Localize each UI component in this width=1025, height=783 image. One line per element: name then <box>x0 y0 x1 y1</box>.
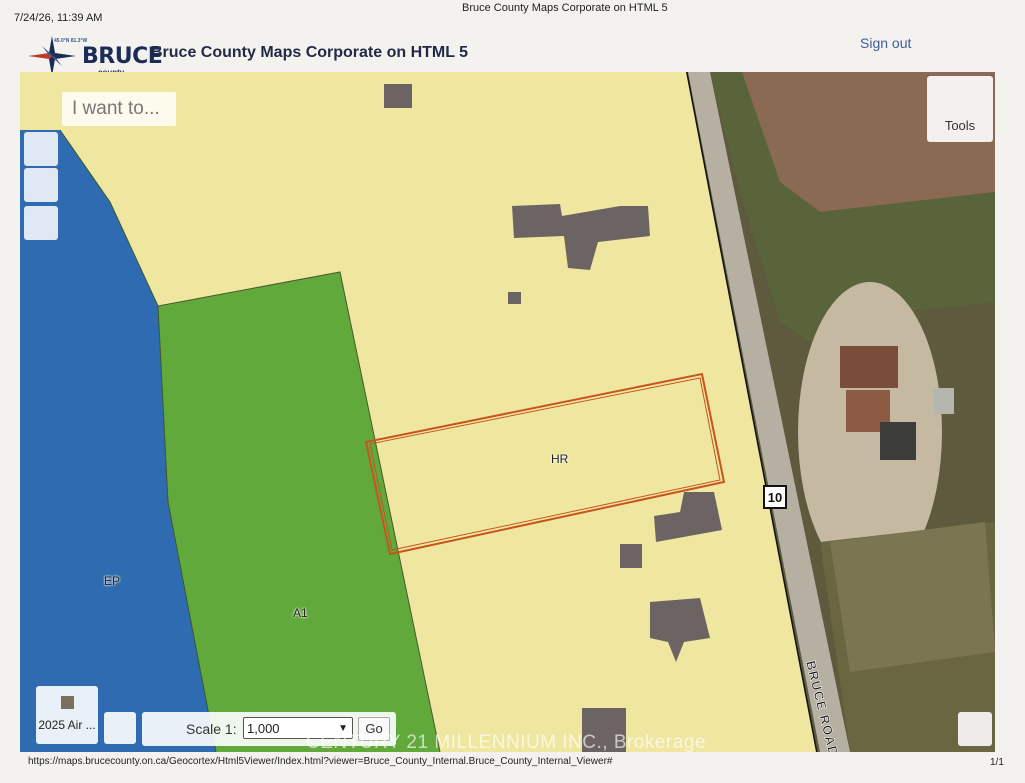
shed <box>880 422 916 460</box>
map-canvas[interactable]: 10 BRUCE ROAD <box>20 72 995 752</box>
highway-shield: 10 <box>763 485 787 509</box>
building-1 <box>384 84 412 108</box>
brokerage-watermark: CENTURY 21 MILLENNIUM INC., Brokerage <box>306 732 707 752</box>
print-title: Bruce County Maps Corporate on HTML 5 <box>462 2 668 14</box>
app-title: Bruce County Maps Corporate on HTML 5 <box>151 44 469 61</box>
highway-shield-number: 10 <box>768 490 782 505</box>
scale-label: Scale 1: <box>186 721 237 737</box>
print-url: https://maps.brucecounty.on.ca/Geocortex… <box>28 756 613 767</box>
home-extent-button[interactable] <box>24 206 58 240</box>
building-5 <box>620 544 642 568</box>
basemap-thumbnail-icon <box>61 696 74 709</box>
print-page-number: 1/1 <box>990 757 1004 768</box>
basemap-label: 2025 Air ... <box>38 718 96 732</box>
sign-out-link[interactable]: Sign out <box>860 35 911 51</box>
i-want-to-menu[interactable]: I want to... <box>62 92 176 126</box>
building-3 <box>508 292 521 304</box>
basemap-switcher[interactable]: 2025 Air ... <box>36 686 98 744</box>
outbuilding <box>934 388 954 414</box>
tools-button[interactable]: Tools <box>927 76 993 142</box>
orchard <box>830 522 995 672</box>
scale-value: 1,000 <box>247 721 280 736</box>
zone-label-a1: A1 <box>293 606 308 620</box>
zone-label-hr: HR <box>551 452 569 466</box>
print-date: 7/24/26, 11:39 AM <box>14 12 103 24</box>
zoom-in-button[interactable] <box>24 132 58 166</box>
house-roof <box>840 346 898 388</box>
map-corner-button[interactable] <box>958 712 992 746</box>
zoom-out-button[interactable] <box>24 168 58 202</box>
zone-label-ep: EP <box>104 574 121 588</box>
map-view[interactable]: 10 BRUCE ROAD EP A1 HR I want to... Tool… <box>20 72 995 752</box>
map-control-button[interactable] <box>104 712 136 744</box>
